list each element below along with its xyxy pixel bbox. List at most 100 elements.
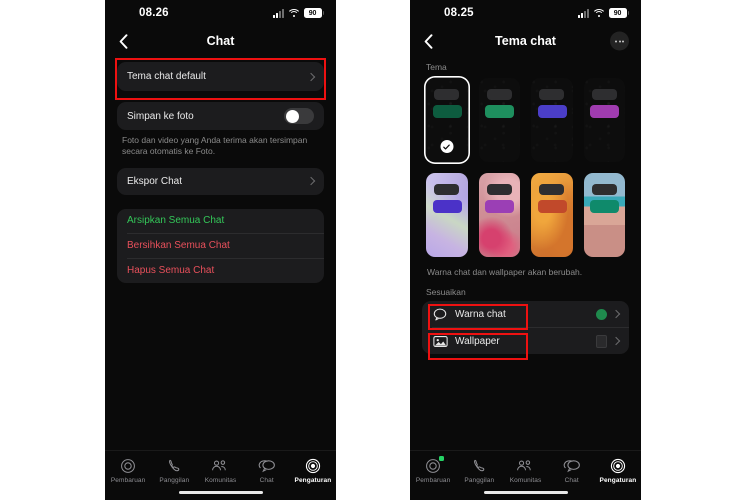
outgoing-bubble [537, 105, 567, 118]
incoming-bubble [591, 89, 617, 100]
row-ekspor-chat[interactable]: Ekspor Chat [117, 168, 324, 195]
outgoing-bubble [485, 105, 514, 118]
calls-icon [163, 457, 185, 474]
selected-check-icon [440, 140, 454, 153]
updates-icon [422, 456, 445, 474]
tab-label: Chat [259, 477, 274, 484]
incoming-bubble [539, 89, 564, 100]
tab-komunitas[interactable]: Komunitas [197, 457, 243, 484]
toggle-knob [285, 109, 299, 123]
outgoing-bubble [432, 200, 462, 213]
row-tema-chat-default[interactable]: Tema chat default [117, 62, 324, 91]
tab-pengaturan[interactable]: Pengaturan [595, 457, 641, 484]
tab-label: Komunitas [204, 477, 237, 484]
customize-section-label: Sesuaikan [426, 287, 466, 298]
tab-label: Pengaturan [294, 477, 332, 484]
theme-thumb-5[interactable] [477, 171, 523, 259]
incoming-bubble [434, 89, 459, 100]
right-tab-bar: Pembaruan Panggilan Komunitas Chat Penga… [410, 450, 641, 500]
tab-label: Pengaturan [599, 477, 637, 484]
back-button[interactable] [114, 32, 132, 50]
tab-pembaruan[interactable]: Pembaruan [410, 456, 456, 484]
export-chat-card: Ekspor Chat [117, 167, 324, 195]
theme-preview [531, 78, 573, 162]
right-phone-screen: 08.25 90 Tema chat Tema Warna chat dan w… [410, 0, 641, 500]
back-button[interactable] [419, 32, 437, 50]
theme-thumb-7[interactable] [582, 171, 628, 259]
chats-icon [561, 457, 583, 474]
row-label: Bersihkan Semua Chat [127, 240, 230, 252]
theme-thumb-1[interactable] [477, 76, 523, 164]
right-nav-bar: Tema chat [410, 26, 641, 56]
theme-section-label: Tema [426, 62, 447, 72]
updates-icon [117, 457, 139, 474]
outgoing-bubble [485, 200, 514, 213]
settings-gear-icon [302, 457, 324, 474]
signal-bars-icon [272, 8, 284, 18]
chevron-right-icon [306, 72, 316, 81]
theme-thumb-6[interactable] [529, 171, 575, 259]
tab-chat[interactable]: Chat [549, 457, 595, 484]
theme-thumb-0[interactable] [424, 76, 470, 164]
tab-komunitas[interactable]: Komunitas [502, 457, 548, 484]
battery-icon: 90 [608, 8, 629, 18]
save-to-photos-hint: Foto dan video yang Anda terima akan ter… [122, 135, 308, 157]
theme-thumb-2[interactable] [529, 76, 575, 164]
status-indicators: 90 [272, 0, 324, 26]
home-indicator [483, 490, 568, 494]
row-simpan-ke-foto[interactable]: Simpan ke foto [117, 102, 324, 130]
row-warna-chat[interactable]: Warna chat [422, 301, 629, 327]
communities-icon [210, 457, 232, 474]
chat-bubble-icon [432, 306, 448, 322]
tab-panggilan[interactable]: Panggilan [456, 457, 502, 484]
row-label: Wallpaper [455, 335, 500, 347]
customize-card: Warna chat Wallpaper [422, 301, 629, 355]
theme-thumb-3[interactable] [582, 76, 628, 164]
bulk-actions-card: Arsipkan Semua Chat Bersihkan Semua Chat… [117, 208, 324, 283]
tab-label: Pembaruan [415, 477, 451, 484]
battery-level: 90 [308, 9, 317, 17]
row-arsipkan-semua-chat[interactable]: Arsipkan Semua Chat [117, 209, 324, 233]
row-label: Simpan ke foto [127, 110, 194, 122]
status-indicators: 90 [577, 0, 629, 26]
left-tab-bar: Pembaruan Panggilan Komunitas Chat Penga… [105, 450, 336, 500]
tab-label: Komunitas [509, 477, 542, 484]
wifi-icon [593, 9, 605, 18]
tab-pengaturan[interactable]: Pengaturan [290, 457, 336, 484]
outgoing-bubble [432, 105, 462, 118]
row-bersihkan-semua-chat[interactable]: Bersihkan Semua Chat [117, 234, 324, 258]
tab-panggilan[interactable]: Panggilan [151, 457, 197, 484]
theme-thumb-4[interactable] [424, 171, 470, 259]
outgoing-bubble [590, 200, 619, 213]
page-title: Chat [206, 34, 235, 48]
chevron-right-icon [611, 310, 621, 319]
wallpaper-thumbnail-swatch [596, 334, 607, 348]
more-options-icon[interactable] [610, 31, 629, 51]
theme-preview [583, 173, 625, 257]
left-content: Tema chat default Simpan ke foto Foto da… [105, 56, 336, 283]
tab-chat[interactable]: Chat [244, 457, 290, 484]
incoming-bubble [591, 184, 617, 195]
save-to-photos-toggle[interactable] [284, 108, 314, 124]
theme-grid [422, 76, 629, 259]
row-label: Tema chat default [127, 71, 206, 82]
theme-preview [426, 173, 468, 257]
theme-preview [426, 78, 468, 162]
tab-pembaruan[interactable]: Pembaruan [105, 457, 151, 484]
chats-icon [256, 457, 278, 474]
theme-preview [478, 173, 520, 257]
wifi-icon [288, 9, 300, 18]
calls-icon [468, 457, 490, 474]
battery-level: 90 [613, 9, 622, 17]
theme-preview [583, 78, 625, 162]
row-hapus-semua-chat[interactable]: Hapus Semua Chat [117, 259, 324, 283]
status-time: 08.25 [444, 7, 474, 19]
incoming-bubble [486, 184, 512, 195]
theme-preview [478, 78, 520, 162]
outgoing-bubble [537, 200, 567, 213]
default-theme-card: Tema chat default [117, 62, 324, 91]
right-status-bar: 08.25 90 [410, 0, 641, 26]
communities-icon [515, 457, 537, 474]
row-wallpaper[interactable]: Wallpaper [422, 328, 629, 354]
status-time: 08.26 [139, 7, 169, 19]
